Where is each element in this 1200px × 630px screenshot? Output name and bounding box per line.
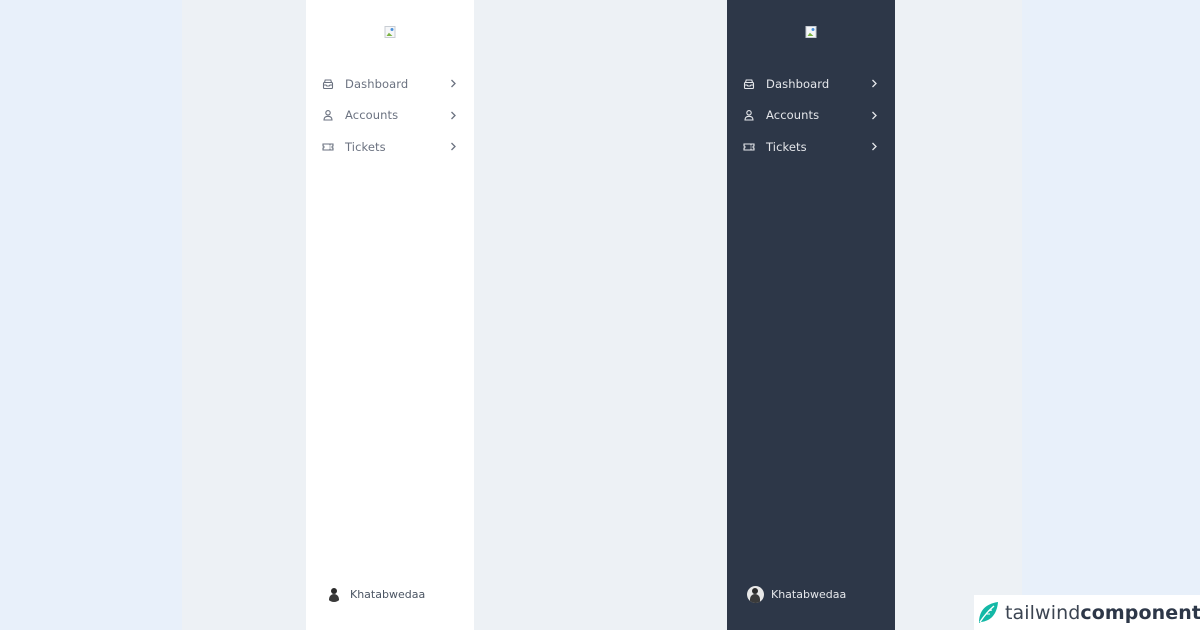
chevron-right-icon [870,111,879,120]
brand-wordmark: tailwindcomponents [1005,601,1200,624]
chevron-right-icon [870,79,879,88]
sidebar-item-tickets[interactable]: Tickets [727,131,895,163]
sidebar-nav: Dashboard Accounts Tickets [306,68,474,163]
sidebar-item-accounts[interactable]: Accounts [306,100,474,132]
ticket-icon [742,140,756,154]
sidebar-item-tickets[interactable]: Tickets [306,131,474,163]
user-icon [321,108,335,122]
user-profile[interactable]: Khatabwedaa [326,586,425,602]
leaf-logo-icon [977,601,1000,625]
chevron-right-icon [870,142,879,151]
chevron-right-icon [449,79,458,88]
user-avatar-icon [747,586,764,603]
user-profile[interactable]: Khatabwedaa [747,586,846,603]
sidebar-item-accounts[interactable]: Accounts [727,100,895,132]
broken-image-icon [805,26,817,38]
ticket-icon [321,140,335,154]
sidebar-item-label: Accounts [345,108,399,123]
sidebar-item-label: Tickets [766,139,807,154]
chevron-right-icon [449,142,458,151]
sidebar-item-label: Dashboard [345,76,409,91]
user-avatar-icon [326,586,342,602]
sidebar-light: Dashboard Accounts Tickets Khatabwedaa [306,0,474,630]
sidebar-item-label: Tickets [345,139,386,154]
sidebar-item-label: Dashboard [766,76,830,91]
chevron-right-icon [449,111,458,120]
sidebar-item-label: Accounts [766,108,820,123]
user-icon [742,108,756,122]
sidebar-item-dashboard[interactable]: Dashboard [727,68,895,100]
sidebar-item-dashboard[interactable]: Dashboard [306,68,474,100]
sidebar-nav: Dashboard Accounts Tickets [727,68,895,163]
inbox-stack-icon [742,77,756,91]
inbox-stack-icon [321,77,335,91]
user-name: Khatabwedaa [771,588,847,601]
tailwindcomponents-logo: tailwindcomponents [974,595,1200,630]
user-name: Khatabwedaa [350,587,426,601]
sidebar-dark: Dashboard Accounts Tickets Khatabwedaa [727,0,895,630]
broken-image-icon [384,26,396,38]
